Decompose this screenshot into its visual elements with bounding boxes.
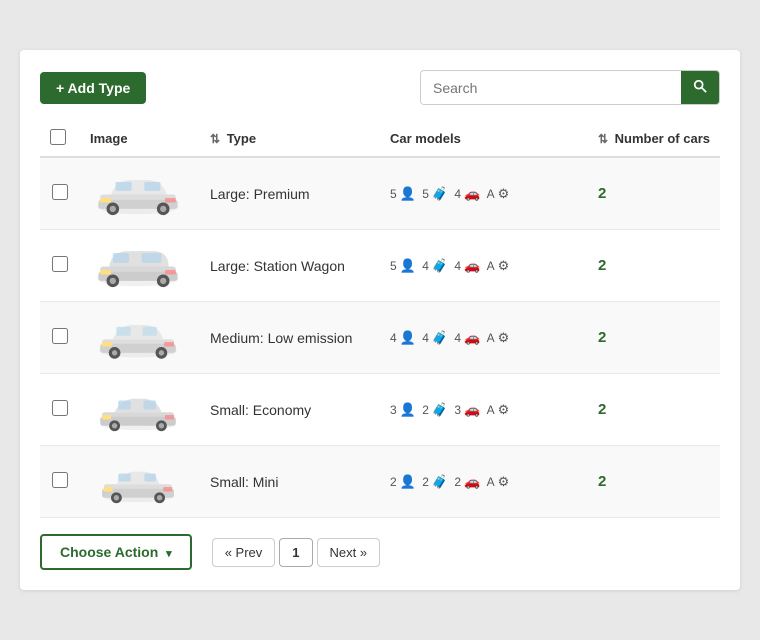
sort-type-icon: ⇅ [210,132,220,146]
row-models-cell: 4👤 4🧳 4🚗 A⚙ [380,302,588,374]
next-page-button[interactable]: Next » [317,538,381,567]
row-type-label: Medium: Low emission [210,330,352,346]
choose-action-button[interactable]: Choose Action ▾ [40,534,192,570]
action-label: Choose Action [60,544,158,560]
header-check [40,121,80,157]
header-type[interactable]: ⇅ Type [200,121,380,157]
row-models-cell: 5👤 5🧳 4🚗 A⚙ [380,157,588,230]
row-count-cell: 2 [588,446,720,518]
row-checkbox-5[interactable] [52,472,68,488]
main-container: + Add Type Image ⇅ Ty [20,50,740,590]
row-image-cell [80,157,200,230]
search-icon [693,79,707,93]
table-row: Large: Station Wagon 5👤 4🧳 4🚗 A⚙ 2 [40,230,720,302]
row-type-label: Small: Economy [210,402,311,418]
search-wrapper [420,70,720,105]
row-image-cell [80,374,200,446]
pagination: « Prev 1 Next » [212,538,380,567]
row-models-cell: 2👤 2🧳 2🚗 A⚙ [380,446,588,518]
header-models: Car models [380,121,588,157]
row-type-cell: Large: Station Wagon [200,230,380,302]
row-count-value: 2 [598,401,606,418]
row-check-cell [40,446,80,518]
car-image [93,169,183,219]
car-image [93,457,183,507]
car-table: Image ⇅ Type Car models ⇅ Number of cars [40,121,720,518]
add-type-button[interactable]: + Add Type [40,72,146,104]
row-type-cell: Small: Economy [200,374,380,446]
row-count-cell: 2 [588,374,720,446]
search-button[interactable] [681,71,719,104]
table-row: Large: Premium 5👤 5🧳 4🚗 A⚙ 2 [40,157,720,230]
row-check-cell [40,230,80,302]
table-row: Small: Economy 3👤 2🧳 3🚗 A⚙ 2 [40,374,720,446]
row-check-cell [40,302,80,374]
sort-count-icon: ⇅ [598,132,608,146]
row-type-label: Large: Station Wagon [210,258,345,274]
row-type-label: Small: Mini [210,474,278,490]
row-checkbox-4[interactable] [52,400,68,416]
row-count-value: 2 [598,185,606,202]
header-count[interactable]: ⇅ Number of cars [588,121,720,157]
row-checkbox-2[interactable] [52,256,68,272]
row-count-value: 2 [598,473,606,490]
footer: Choose Action ▾ « Prev 1 Next » [40,534,720,570]
header-image: Image [80,121,200,157]
car-image [93,313,183,363]
row-check-cell [40,157,80,230]
dropdown-arrow-icon: ▾ [166,548,172,560]
row-count-value: 2 [598,257,606,274]
row-check-cell [40,374,80,446]
row-checkbox-3[interactable] [52,328,68,344]
row-count-value: 2 [598,329,606,346]
row-models-cell: 3👤 2🧳 3🚗 A⚙ [380,374,588,446]
row-type-cell: Small: Mini [200,446,380,518]
row-type-cell: Medium: Low emission [200,302,380,374]
row-models-cell: 5👤 4🧳 4🚗 A⚙ [380,230,588,302]
search-input[interactable] [421,72,681,104]
car-image [93,241,183,291]
table-row: Small: Mini 2👤 2🧳 2🚗 A⚙ 2 [40,446,720,518]
select-all-checkbox[interactable] [50,129,66,145]
row-checkbox-1[interactable] [52,184,68,200]
row-count-cell: 2 [588,302,720,374]
table-header-row: Image ⇅ Type Car models ⇅ Number of cars [40,121,720,157]
row-type-cell: Large: Premium [200,157,380,230]
row-image-cell [80,230,200,302]
prev-page-button[interactable]: « Prev [212,538,276,567]
toolbar: + Add Type [40,70,720,105]
row-image-cell [80,446,200,518]
current-page-button[interactable]: 1 [279,538,312,567]
table-row: Medium: Low emission 4👤 4🧳 4🚗 A⚙ 2 [40,302,720,374]
car-image [93,385,183,435]
row-count-cell: 2 [588,230,720,302]
row-image-cell [80,302,200,374]
row-type-label: Large: Premium [210,186,310,202]
row-count-cell: 2 [588,157,720,230]
